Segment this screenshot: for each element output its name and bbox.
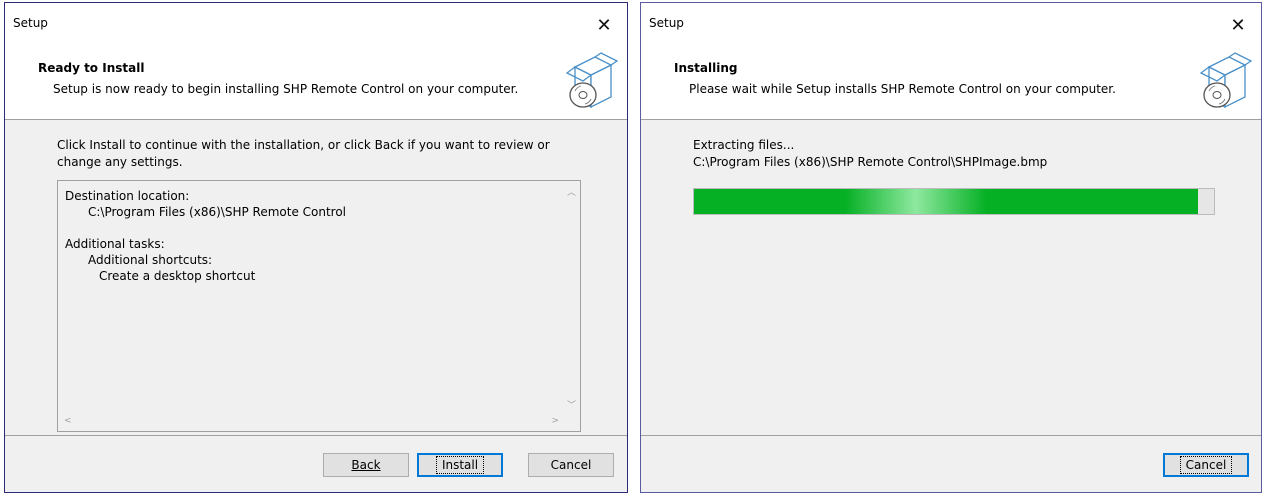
- wizard-header: Installing Please wait while Setup insta…: [641, 47, 1261, 120]
- desktop-shortcut-task: Create a desktop shortcut: [99, 269, 256, 283]
- wizard-footer: Cancel: [641, 436, 1261, 492]
- wizard-footer: Back Install Cancel: [5, 436, 627, 492]
- back-button[interactable]: Back: [323, 453, 409, 477]
- title-bar[interactable]: Setup ✕: [641, 3, 1261, 47]
- installer-box-icon: [1199, 52, 1253, 109]
- page-title: Installing: [674, 61, 738, 75]
- progress-fill: [694, 189, 1199, 214]
- scroll-down-icon[interactable]: ﹀: [567, 398, 576, 411]
- install-button[interactable]: Install: [417, 453, 503, 477]
- status-text: Extracting files...: [693, 138, 795, 152]
- setup-window-installing: Setup ✕ Installing Please wait while Set…: [640, 2, 1262, 493]
- page-subtitle: Setup is now ready to begin installing S…: [53, 82, 519, 96]
- installer-box-icon: [565, 52, 619, 109]
- summary-content: Destination location: C:\Program Files (…: [65, 188, 346, 284]
- install-status: Extracting files... C:\Program Files (x8…: [693, 137, 1047, 171]
- install-progress-bar: [693, 188, 1215, 215]
- cancel-button[interactable]: Cancel: [1163, 453, 1249, 477]
- horizontal-scrollbar[interactable]: < >: [58, 414, 563, 431]
- scroll-right-icon[interactable]: >: [551, 416, 559, 426]
- close-icon[interactable]: ✕: [1215, 3, 1261, 47]
- destination-label: Destination location:: [65, 189, 190, 203]
- additional-tasks-label: Additional tasks:: [65, 237, 165, 251]
- summary-memo[interactable]: Destination location: C:\Program Files (…: [57, 180, 581, 432]
- vertical-scrollbar[interactable]: ︿ ﹀: [563, 181, 580, 414]
- cancel-button[interactable]: Cancel: [528, 453, 614, 477]
- current-file-path: C:\Program Files (x86)\SHP Remote Contro…: [693, 155, 1048, 169]
- instructions-text: Click Install to continue with the insta…: [57, 138, 550, 169]
- page-title: Ready to Install: [38, 61, 145, 75]
- scroll-left-icon[interactable]: <: [64, 416, 72, 426]
- window-title: Setup: [13, 16, 48, 30]
- title-bar[interactable]: Setup ✕: [5, 3, 627, 47]
- wizard-body: Click Install to continue with the insta…: [5, 120, 627, 436]
- close-icon[interactable]: ✕: [581, 3, 627, 47]
- additional-shortcuts-label: Additional shortcuts:: [88, 253, 213, 267]
- window-title: Setup: [649, 16, 684, 30]
- page-subtitle: Please wait while Setup installs SHP Rem…: [689, 82, 1116, 96]
- wizard-body: Extracting files... C:\Program Files (x8…: [641, 120, 1261, 436]
- wizard-header: Ready to Install Setup is now ready to b…: [5, 47, 627, 120]
- setup-window-ready: Setup ✕ Ready to Install Setup is now re…: [4, 2, 628, 493]
- scroll-up-icon[interactable]: ︿: [567, 185, 576, 198]
- destination-path: C:\Program Files (x86)\SHP Remote Contro…: [88, 205, 347, 219]
